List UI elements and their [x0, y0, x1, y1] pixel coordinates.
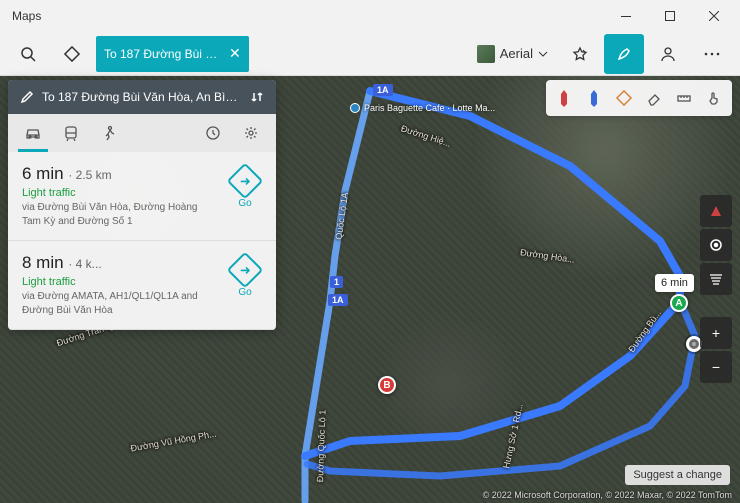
route-marker-a: A — [670, 294, 688, 312]
destination-text: To 187 Đường Bùi Văn Hòa, An Bình, Dong … — [42, 90, 242, 104]
go-label: Go — [228, 198, 262, 209]
pen-red-icon[interactable] — [550, 84, 578, 112]
poi-dot-icon — [350, 103, 360, 113]
swap-icon[interactable] — [250, 90, 264, 104]
pen-blue-icon[interactable] — [580, 84, 608, 112]
poi-label: Paris Baguette Cafe · Lotte Ma... — [350, 103, 495, 113]
route-traffic: Light traffic — [22, 276, 262, 288]
route-via: via Đường AMATA, AH1/QL1/QL1A and Đường … — [22, 290, 202, 317]
mode-transit-icon[interactable] — [52, 114, 90, 152]
suggest-change-button[interactable]: Suggest a change — [625, 465, 730, 485]
route-card[interactable]: 8 min · 4 k... Light traffic via Đường A… — [8, 241, 276, 330]
route-shield: 1A — [328, 294, 348, 306]
user-icon[interactable] — [648, 34, 688, 74]
route-distance: 2.5 km — [76, 168, 112, 182]
history-icon[interactable] — [194, 114, 232, 152]
more-icon[interactable] — [692, 34, 732, 74]
route-time: 6 min — [22, 164, 64, 183]
route-time: 8 min — [22, 253, 64, 272]
maximize-button[interactable] — [648, 0, 692, 32]
locate-icon[interactable] — [700, 229, 732, 261]
directions-panel: To 187 Đường Bùi Văn Hòa, An Bình, Dong … — [8, 80, 276, 330]
search-icon[interactable] — [8, 34, 48, 74]
route-distance: 4 k... — [76, 257, 102, 271]
route-traffic: Light traffic — [22, 187, 262, 199]
minimize-button[interactable] — [604, 0, 648, 32]
settings-icon[interactable] — [232, 114, 270, 152]
map-view-label: Aerial — [500, 46, 533, 61]
mode-driving-icon[interactable] — [14, 114, 52, 152]
time-badge: 6 min — [655, 274, 694, 292]
route-shield: 1A — [373, 84, 393, 96]
close-tab-icon[interactable]: ✕ — [229, 45, 241, 62]
route-card[interactable]: 6 min · 2.5 km Light traffic via Đường B… — [8, 152, 276, 241]
go-button[interactable]: ➜ Go — [228, 257, 262, 298]
touch-icon[interactable] — [700, 84, 728, 112]
compass-icon[interactable] — [700, 195, 732, 227]
ink-icon[interactable] — [604, 34, 644, 74]
mode-walking-icon[interactable] — [90, 114, 128, 152]
ink-toolbar — [546, 80, 732, 116]
go-label: Go — [228, 287, 262, 298]
directions-icon[interactable] — [52, 34, 92, 74]
search-tab[interactable]: To 187 Đường Bùi Văn Hòa, ✕ — [96, 36, 249, 72]
pencil-icon — [20, 90, 34, 104]
zoom-in-button[interactable]: + — [700, 317, 732, 349]
tilt-icon[interactable] — [700, 263, 732, 295]
eraser-icon[interactable] — [640, 84, 668, 112]
copyright-text: © 2022 Microsoft Corporation, © 2022 Max… — [483, 490, 732, 500]
favorites-icon[interactable] — [560, 34, 600, 74]
chevron-down-icon — [538, 51, 548, 57]
route-via: via Đường Bùi Văn Hòa, Đường Hoàng Tam K… — [22, 201, 202, 228]
go-button[interactable]: ➜ Go — [228, 168, 262, 209]
window-title: Maps — [12, 9, 41, 23]
route-shield: 1 — [330, 276, 343, 288]
map-view-button[interactable]: Aerial — [469, 36, 556, 72]
zoom-out-button[interactable]: − — [700, 351, 732, 383]
ruler-icon[interactable] — [670, 84, 698, 112]
measure-icon[interactable] — [610, 84, 638, 112]
search-tab-label: To 187 Đường Bùi Văn Hòa, — [104, 47, 219, 61]
route-marker-b: B — [378, 376, 396, 394]
close-button[interactable] — [692, 0, 736, 32]
aerial-swatch-icon — [477, 45, 495, 63]
